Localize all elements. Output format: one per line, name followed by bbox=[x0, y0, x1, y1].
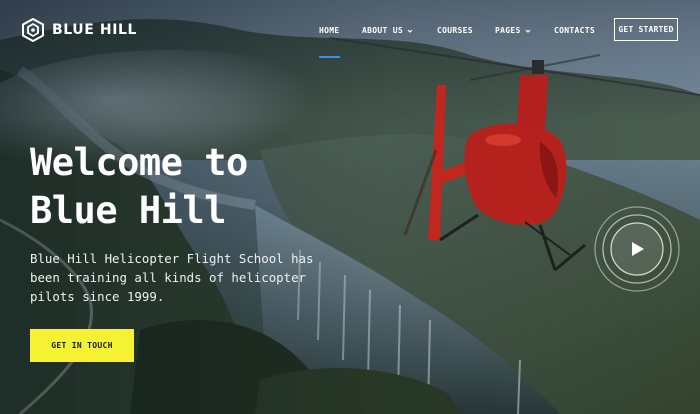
get-in-touch-button[interactable]: GET IN TOUCH bbox=[30, 329, 134, 362]
hero-title: Welcome to Blue Hill bbox=[30, 139, 330, 235]
nav-item-label: COURSES bbox=[437, 26, 473, 35]
hero-subtitle: Blue Hill Helicopter Flight School has b… bbox=[30, 249, 330, 306]
nav-item-home[interactable]: HOME bbox=[319, 24, 339, 38]
nav-item-label: ABOUT US bbox=[362, 26, 403, 35]
nav-item-courses[interactable]: COURSES bbox=[437, 24, 473, 38]
nav-item-contacts[interactable]: CONTACTS bbox=[554, 24, 595, 38]
nav-item-label: HOME bbox=[319, 26, 340, 35]
hero-title-line: Welcome to bbox=[30, 141, 248, 184]
nav-item-label: CONTACTS bbox=[554, 26, 595, 35]
play-video-button[interactable] bbox=[594, 206, 680, 292]
hero-subtitle-line: Blue Hill Helicopter Flight School has bbox=[30, 251, 314, 266]
chevron-down-icon bbox=[525, 29, 531, 33]
nav-item-about-us[interactable]: ABOUT US bbox=[362, 24, 413, 38]
chevron-down-icon bbox=[407, 29, 413, 33]
main-navigation: HOME ABOUT US COURSES PAGES CONTACTS bbox=[0, 24, 700, 38]
get-started-button[interactable]: GET STARTED bbox=[614, 18, 678, 41]
hero-subtitle-line: pilots since 1999. bbox=[30, 289, 165, 304]
play-icon bbox=[594, 206, 680, 292]
hero-title-line: Blue Hill bbox=[30, 189, 226, 232]
nav-active-indicator bbox=[319, 56, 340, 58]
site-header: BLUE HILL HOME ABOUT US COURSES PAGES CO… bbox=[0, 0, 700, 62]
hero-subtitle-line: been training all kinds of helicopter bbox=[30, 270, 307, 285]
nav-item-pages[interactable]: PAGES bbox=[495, 24, 531, 38]
nav-item-label: PAGES bbox=[495, 26, 521, 35]
